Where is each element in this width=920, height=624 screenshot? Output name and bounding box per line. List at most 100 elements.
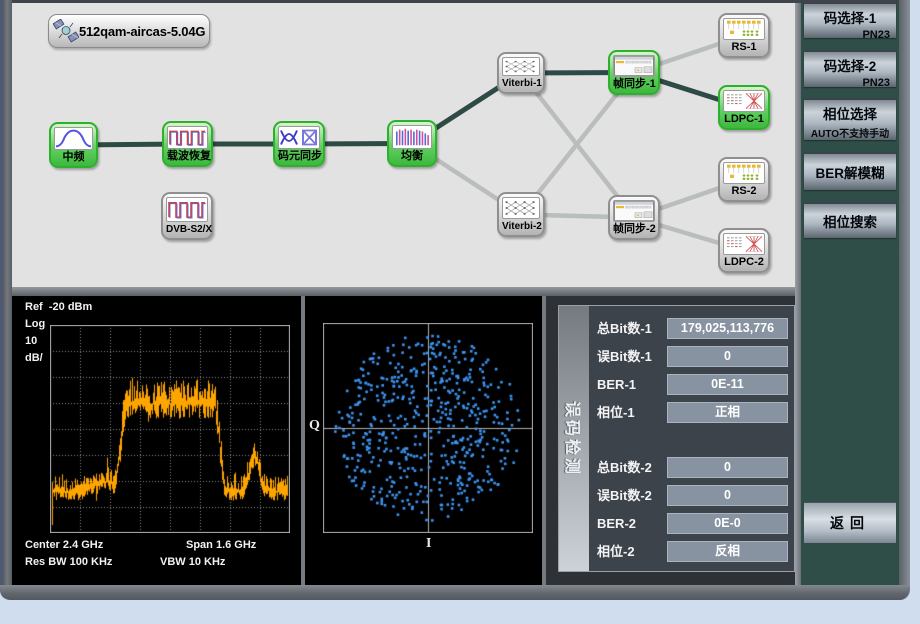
sidebar-menu: 返回 码选择-1PN23码选择-2PN23相位选择AUTO不支持手动BER解模糊…: [801, 0, 899, 585]
db-per-div-value: 10: [25, 335, 37, 347]
node-zhentongbu-2[interactable]: 帧同步-2: [608, 195, 660, 240]
ldpc-icon: [723, 233, 765, 255]
i-axis-label: I: [426, 536, 431, 552]
node-zhongpin[interactable]: 中频: [49, 122, 98, 168]
error-row-value-field: 0E-11: [667, 374, 788, 395]
error-row-value-field: 反相: [667, 541, 788, 562]
rbw-label: Res BW 100 KHz: [25, 556, 112, 568]
span-label: Span 1.6 GHz: [186, 539, 256, 551]
constellation-display: [323, 323, 533, 533]
sidebar-button-相位搜索[interactable]: 相位搜索: [804, 202, 896, 238]
error-row-value-field: 0: [667, 346, 788, 367]
content-sidebar-divider: [795, 0, 801, 585]
spectrum-display: [50, 325, 290, 533]
sidebar-button-sublabel: PN23: [804, 27, 896, 41]
node-label: RS-2: [723, 184, 765, 199]
error-row-label: BER-2: [597, 513, 636, 534]
bars-icon: [392, 125, 432, 149]
sidebar-button-label: 相位搜索: [823, 211, 877, 231]
node-label: Viterbi-1: [502, 76, 540, 91]
error-row-value-field: 179,025,113,776: [667, 318, 788, 339]
error-row-总Bit数-1: 总Bit数-1 179,025,113,776: [595, 318, 791, 339]
return-button[interactable]: 返回: [804, 502, 896, 543]
error-row-相位-2: 相位-2 反相: [595, 541, 791, 562]
eye-icon: [278, 126, 320, 149]
signal-source-button[interactable]: 512qam-aircas-5.04G: [48, 14, 210, 48]
node-label: 载波恢复: [167, 149, 208, 164]
db-per-div-unit: dB/: [25, 352, 43, 364]
node-mayuantongbu[interactable]: 码元同步: [273, 121, 325, 167]
sidebar-button-label: 相位选择: [804, 100, 896, 123]
node-ldpc-1[interactable]: LDPC-1: [718, 85, 770, 130]
node-zaibohuifu[interactable]: 载波恢复: [162, 121, 213, 167]
frame-icon: [613, 200, 655, 222]
error-row-label: 相位-1: [597, 402, 635, 423]
rs-icon: [723, 162, 765, 184]
spectrum-panel: Ref -20 dBm Log 10 dB/ Center 2.4 GHz Sp…: [12, 296, 301, 585]
node-label: Viterbi-2: [502, 219, 540, 234]
error-row-相位-1: 相位-1 正相: [595, 402, 791, 423]
sidebar-button-码选择-2[interactable]: 码选择-2PN23: [804, 50, 896, 87]
spectrum-icon: [54, 127, 93, 150]
node-label: 帧同步-2: [613, 222, 655, 237]
window-frame-right: [899, 0, 910, 600]
window-frame-left: [0, 0, 12, 600]
error-row-value-field: 0: [667, 485, 788, 506]
window-frame-top: [0, 0, 910, 3]
error-row-value-field: 正相: [667, 402, 788, 423]
node-label: 帧同步-1: [613, 77, 655, 92]
log-label: Log: [25, 318, 45, 330]
node-label: RS-1: [723, 40, 765, 55]
rs-icon: [723, 18, 765, 40]
node-viterbi-1[interactable]: Viterbi-1: [497, 52, 545, 94]
error-row-value-field: 0: [667, 457, 788, 478]
sidebar-button-label: 码选择-1: [804, 4, 896, 27]
horizontal-divider: [12, 287, 795, 296]
node-dvb-s2x[interactable]: DVB-S2/X: [161, 192, 213, 240]
sidebar-button-sublabel: AUTO不支持手动: [804, 123, 896, 140]
error-row-label: 相位-2: [597, 541, 635, 562]
node-viterbi-2[interactable]: Viterbi-2: [497, 192, 545, 237]
node-label: 中频: [54, 150, 93, 165]
center-freq-label: Center 2.4 GHz: [25, 539, 103, 551]
sidebar-button-码选择-1[interactable]: 码选择-1PN23: [804, 2, 896, 38]
error-row-BER-2: BER-2 0E-0: [595, 513, 791, 534]
trellis-icon: [502, 197, 540, 219]
frame-icon: [613, 55, 655, 77]
sidebar-button-sublabel: PN23: [804, 75, 896, 89]
vbw-label: VBW 10 KHz: [160, 556, 225, 568]
node-label: DVB-S2/X: [166, 222, 208, 237]
error-row-label: 总Bit数-2: [597, 457, 652, 478]
node-zhentongbu-1[interactable]: 帧同步-1: [608, 50, 660, 95]
node-label: LDPC-1: [723, 112, 765, 127]
error-row-value-field: 0E-0: [667, 513, 788, 534]
sidebar-button-相位选择[interactable]: 相位选择AUTO不支持手动: [804, 98, 896, 140]
error-row-误Bit数-1: 误Bit数-10: [595, 346, 791, 367]
node-rs-2[interactable]: RS-2: [718, 157, 770, 202]
node-rs-1[interactable]: RS-1: [718, 13, 770, 58]
signal-source-label: 512qam-aircas-5.04G: [79, 24, 205, 39]
node-ldpc-2[interactable]: LDPC-2: [718, 228, 770, 273]
wave-icon: [167, 126, 208, 149]
satellite-icon: [53, 19, 79, 43]
sidebar-button-label: BER解模糊: [815, 162, 884, 182]
signal-chain-diagram: 512qam-aircas-5.04G 中频 载波恢复 码元同步 均衡 DVB-S2/X…: [12, 3, 795, 287]
constellation-panel: Q I: [305, 296, 542, 585]
error-row-BER-1: BER-10E-11: [595, 374, 791, 395]
error-detection-panel: 误码检测 总Bit数-1 179,025,113,776 误Bit数-10 BER-1…: [546, 296, 795, 585]
ldpc-icon: [723, 90, 765, 112]
node-junheng[interactable]: 均衡: [387, 120, 437, 167]
error-detection-box: 误码检测 总Bit数-1 179,025,113,776 误Bit数-10 BER-1…: [558, 305, 795, 572]
ref-label: Ref -20 dBm: [25, 301, 92, 313]
error-row-label: 误Bit数-2: [597, 485, 652, 506]
window-frame-bottom: [0, 585, 910, 600]
error-row-总Bit数-2: 总Bit数-2 0: [595, 457, 791, 478]
sidebar-button-BER解模糊[interactable]: BER解模糊: [804, 152, 896, 190]
q-axis-label: Q: [309, 418, 320, 434]
error-row-误Bit数-2: 误Bit数-2 0: [595, 485, 791, 506]
error-panel-title: 误码检测: [562, 400, 586, 476]
error-row-label: 总Bit数-1: [597, 318, 652, 339]
node-label: 码元同步: [278, 149, 320, 164]
error-panel-side-strip: 误码检测: [559, 306, 589, 571]
sidebar-button-label: 码选择-2: [804, 52, 896, 75]
